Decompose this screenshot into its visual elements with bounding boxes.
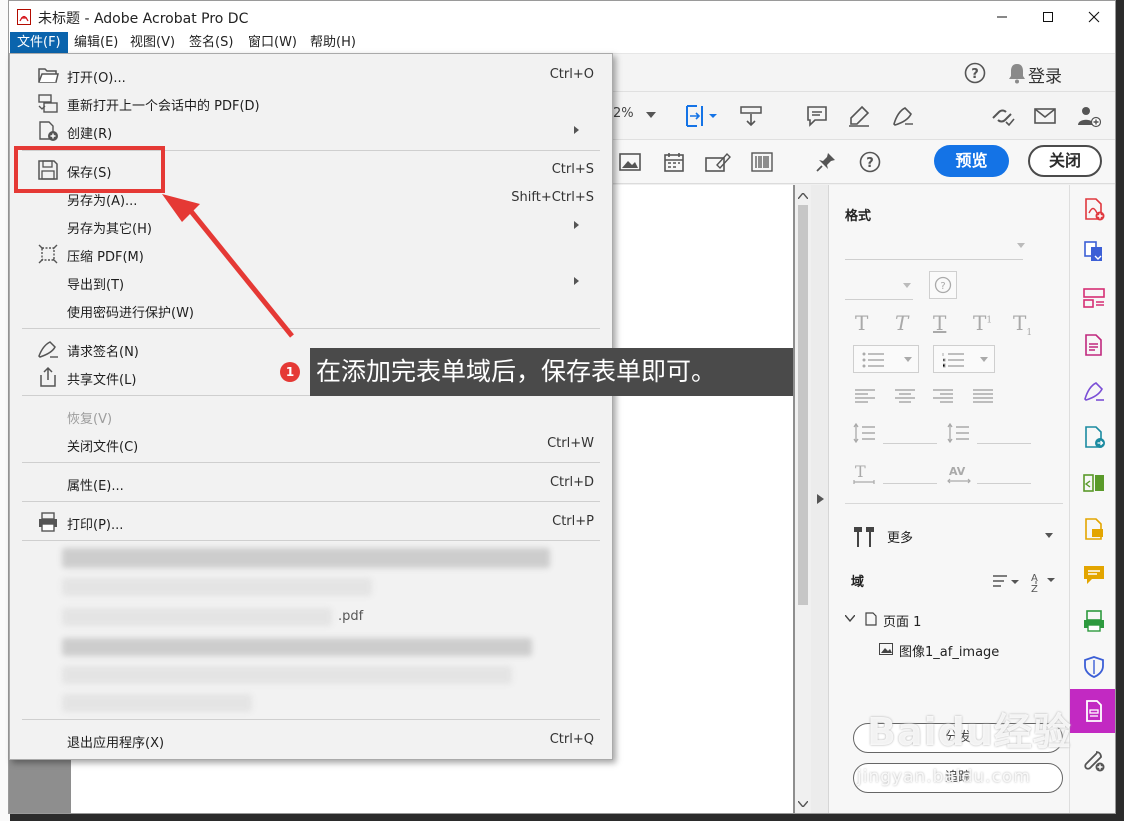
callout-step-number: 1	[280, 362, 300, 382]
annotation-arrow	[162, 194, 294, 338]
callout-text: 在添加完表单域后，保存表单即可。	[310, 348, 793, 396]
